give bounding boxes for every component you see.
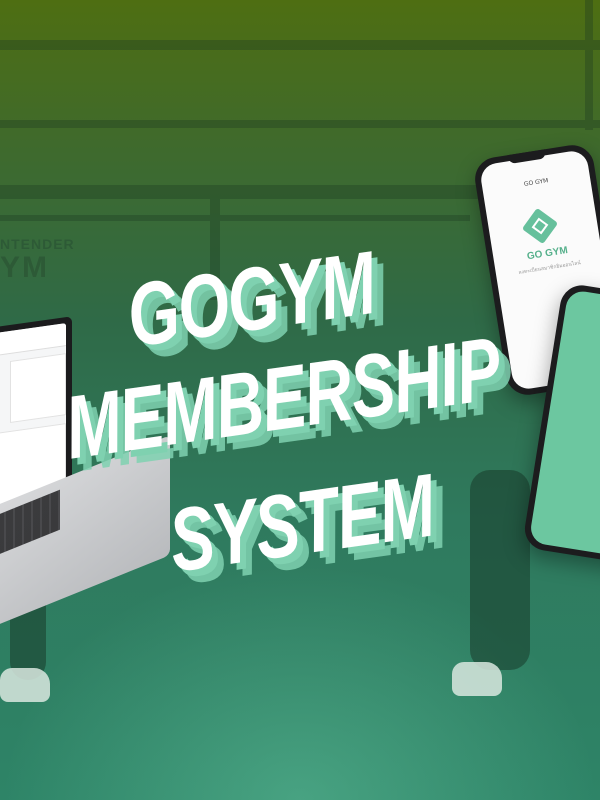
shoe-left: [0, 668, 50, 702]
headline-line3: SYSTEM: [163, 454, 440, 591]
headline: GOGYM MEMBERSHIP SYSTEM: [0, 218, 600, 638]
phone-header: GO GYM: [523, 177, 549, 188]
shoe-right: [452, 662, 502, 696]
